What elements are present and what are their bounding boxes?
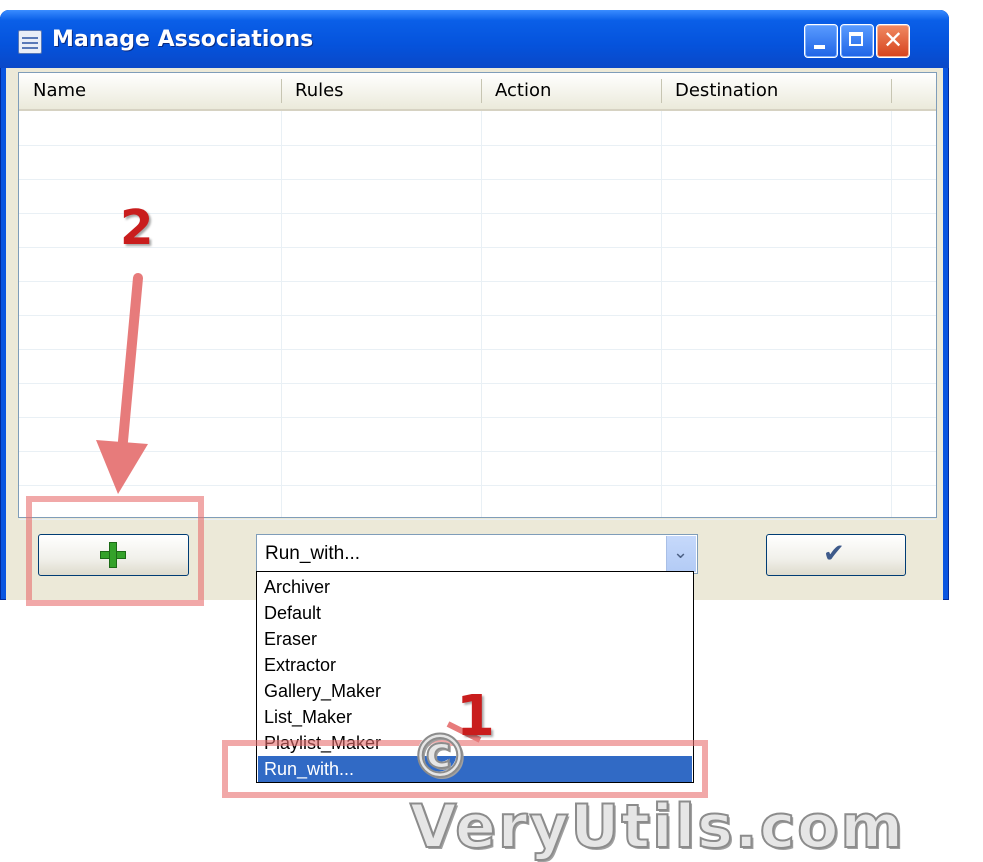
dropdown-option-default[interactable]: Default <box>258 600 692 626</box>
list-row-divider <box>19 179 936 180</box>
column-header-destination[interactable]: Destination <box>661 73 891 109</box>
confirm-button[interactable]: ✔ <box>766 534 906 576</box>
combobox-dropdown-button[interactable]: ⌄ <box>666 536 696 572</box>
list-row-divider <box>19 417 936 418</box>
maximize-button[interactable] <box>840 24 874 58</box>
window-app-icon <box>18 30 42 54</box>
close-icon: ✕ <box>883 26 904 54</box>
list-column-divider <box>281 111 282 517</box>
list-row-divider <box>19 349 936 350</box>
dropdown-option-archiver[interactable]: Archiver <box>258 574 692 600</box>
combobox-value: Run_with... <box>265 543 361 564</box>
maximize-icon <box>849 32 863 46</box>
chevron-down-icon: ⌄ <box>673 542 689 563</box>
dropdown-option-eraser[interactable]: Eraser <box>258 626 692 652</box>
title-bar[interactable]: Manage Associations ✕ <box>0 10 949 68</box>
window-title: Manage Associations <box>52 27 314 52</box>
column-header-action[interactable]: Action <box>481 73 661 109</box>
close-button[interactable]: ✕ <box>876 24 910 58</box>
action-combobox[interactable]: Run_with... ⌄ <box>256 534 698 574</box>
list-header: Name Rules Action Destination <box>19 73 936 111</box>
watermark: © VeryUtils.com <box>409 721 905 862</box>
list-row-divider <box>19 281 936 282</box>
list-row-divider <box>19 145 936 146</box>
column-header-name[interactable]: Name <box>19 73 281 109</box>
list-row-divider <box>19 213 936 214</box>
minimize-icon <box>814 45 825 49</box>
list-row-divider <box>19 485 936 486</box>
list-row-divider <box>19 315 936 316</box>
list-column-divider <box>891 111 892 517</box>
minimize-button[interactable] <box>804 24 838 58</box>
list-row-divider <box>19 451 936 452</box>
associations-list[interactable]: Name Rules Action Destination <box>18 72 937 520</box>
list-column-divider <box>481 111 482 517</box>
list-column-divider <box>661 111 662 517</box>
step-number-2: 2 <box>120 200 154 256</box>
checkmark-icon: ✔ <box>823 539 845 569</box>
highlight-add-button <box>26 496 204 606</box>
dropdown-option-extractor[interactable]: Extractor <box>258 652 692 678</box>
list-row-divider <box>19 383 936 384</box>
column-header-rules[interactable]: Rules <box>281 73 481 109</box>
list-row-divider <box>19 247 936 248</box>
